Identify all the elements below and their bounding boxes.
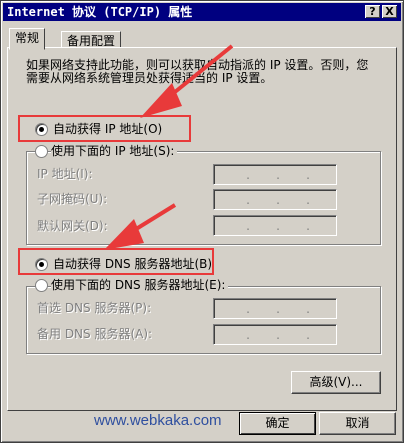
- tab-general[interactable]: 常规: [9, 28, 46, 50]
- arrow-icon: [104, 203, 177, 250]
- watermark-text: www.webkaka.com: [94, 412, 222, 429]
- arrow-icon: [140, 44, 234, 118]
- annotation-arrows: [104, 44, 234, 250]
